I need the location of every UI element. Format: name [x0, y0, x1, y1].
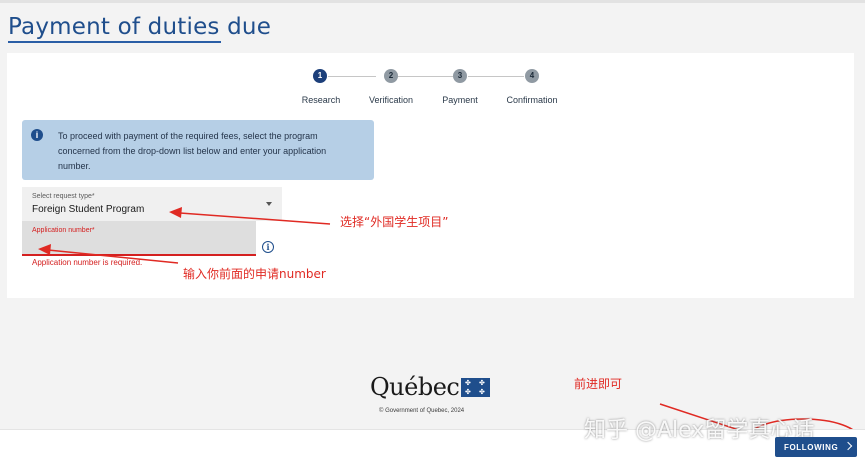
application-number-error: Application number is required.: [32, 258, 143, 267]
application-number-field: Application number*: [22, 221, 256, 256]
step-4-indicator: 4: [525, 69, 539, 83]
application-number-label: Application number*: [32, 227, 95, 234]
info-icon: i: [31, 129, 43, 141]
step-2-indicator: 2: [384, 69, 398, 83]
quebec-flag-icon: ✤ ✤ ✤ ✤: [461, 378, 490, 397]
step-connector: [468, 76, 524, 77]
request-type-value: Foreign Student Program: [32, 204, 145, 215]
following-label: FOLLOWING: [784, 442, 839, 452]
step-label-research: Research: [301, 95, 341, 105]
info-message: To proceed with payment of the required …: [58, 131, 327, 171]
help-info-icon[interactable]: i: [262, 241, 274, 253]
info-alert: i To proceed with payment of the require…: [22, 120, 374, 180]
step-connector: [328, 76, 376, 77]
step-3-indicator: 3: [453, 69, 467, 83]
copyright-text: © Government of Quebec, 2024: [379, 408, 465, 414]
dropdown-caret-icon: [266, 202, 272, 206]
chevron-right-icon: [843, 441, 853, 451]
request-type-select[interactable]: Select request type* Foreign Student Pro…: [22, 187, 282, 221]
following-button[interactable]: FOLLOWING: [775, 437, 857, 457]
title-underline: [8, 41, 221, 43]
step-label-payment: Payment: [442, 95, 478, 105]
application-number-input[interactable]: [30, 237, 249, 253]
annotation-select: 选择“外国学生项目”: [340, 215, 449, 229]
step-label-confirmation: Confirmation: [506, 95, 558, 105]
annotation-next: 前进即可: [574, 377, 623, 391]
quebec-logo: Québec: [370, 373, 460, 401]
page-title: Payment of duties due: [8, 14, 272, 40]
request-type-label: Select request type*: [32, 193, 95, 200]
step-connector: [398, 76, 453, 77]
top-divider: [0, 0, 865, 3]
progress-stepper: 1 2 3 4 Research Verification Payment Co…: [290, 68, 575, 108]
step-label-verification: Verification: [368, 95, 414, 105]
step-1-indicator: 1: [313, 69, 327, 83]
annotation-input: 输入你前面的申请number: [183, 267, 326, 281]
